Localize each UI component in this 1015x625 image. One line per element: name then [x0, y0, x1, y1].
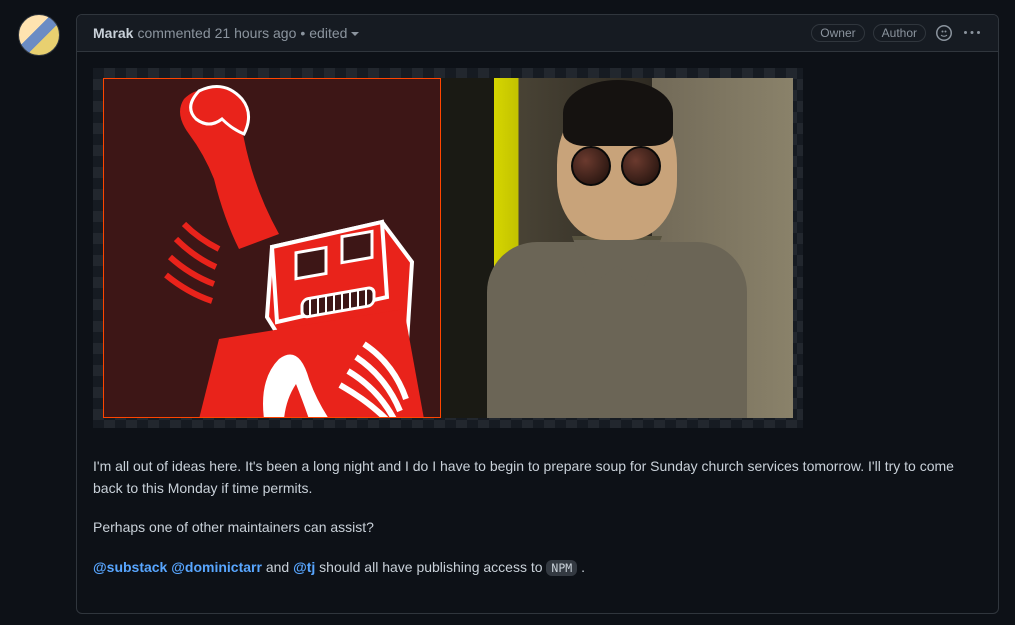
paragraph-1: I'm all out of ideas here. It's been a l…	[93, 456, 982, 499]
paragraph-3: @substack @dominictarr and @tj should al…	[93, 557, 982, 579]
author-badge: Author	[873, 24, 926, 42]
paragraph-2: Perhaps one of other maintainers can ass…	[93, 517, 982, 539]
commented-label: commented	[137, 25, 210, 41]
owner-badge: Owner	[811, 24, 864, 42]
timestamp-link[interactable]: 21 hours ago	[215, 25, 297, 41]
separator-dot: •	[300, 25, 305, 41]
kebab-menu-icon[interactable]	[962, 23, 982, 43]
robot-illustration	[103, 78, 441, 418]
edited-dropdown[interactable]: edited	[309, 25, 359, 41]
person-photo	[441, 78, 793, 418]
author-link[interactable]: Marak	[93, 25, 133, 41]
comment-header: Marak commented 21 hours ago • edited Ow…	[77, 15, 998, 52]
attached-image[interactable]	[93, 68, 803, 428]
text-access: should all have publishing access to	[319, 559, 546, 575]
comment-body: I'm all out of ideas here. It's been a l…	[77, 52, 998, 613]
avatar[interactable]	[18, 14, 60, 56]
text-and: and	[266, 559, 293, 575]
mention-tj[interactable]: @tj	[293, 559, 315, 575]
mention-substack[interactable]: @substack	[93, 559, 167, 575]
code-npm: NPM	[546, 560, 577, 576]
comment-box: Marak commented 21 hours ago • edited Ow…	[76, 14, 999, 614]
mention-dominictarr[interactable]: @dominictarr	[171, 559, 262, 575]
caret-down-icon	[351, 32, 359, 36]
emoji-reaction-icon[interactable]	[934, 23, 954, 43]
text-period: .	[581, 559, 585, 575]
